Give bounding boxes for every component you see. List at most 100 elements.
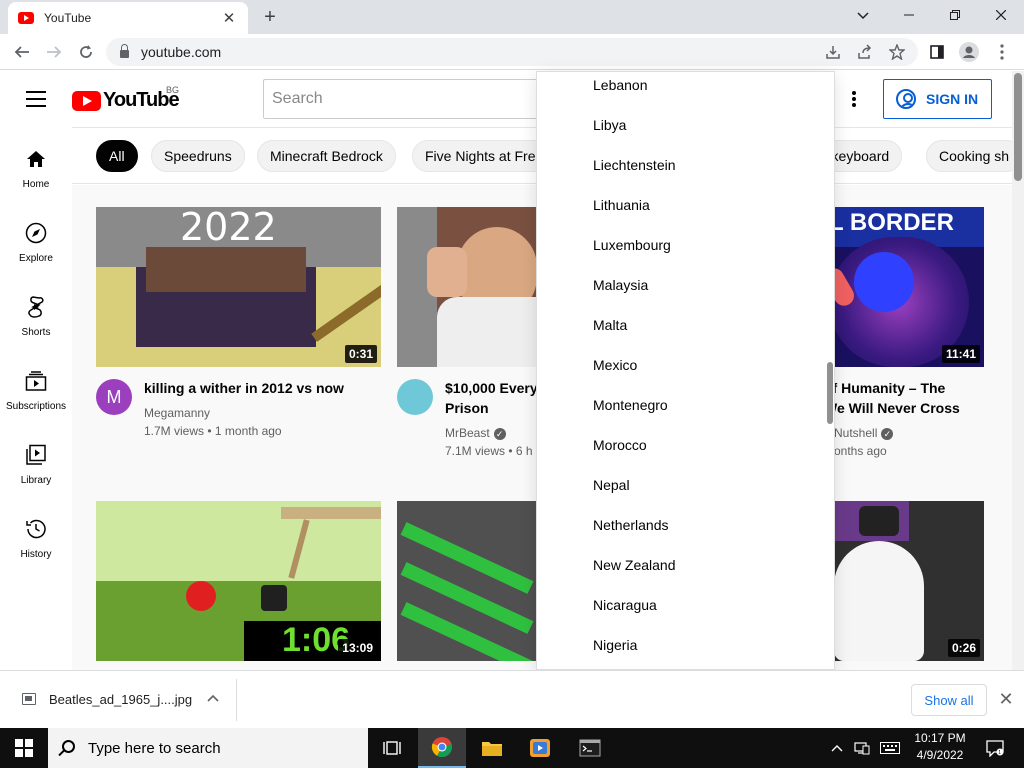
country-option[interactable]: Luxembourg [593, 233, 671, 273]
notifications-icon[interactable]: 1 [980, 728, 1010, 768]
clock-time[interactable]: 10:17 PM [908, 731, 972, 745]
country-option[interactable]: Nepal [593, 473, 630, 513]
channel-avatar[interactable]: M [96, 379, 132, 415]
browser-tab-youtube[interactable]: YouTube ✕ [8, 2, 248, 34]
video-title-line-2[interactable]: Prison [445, 398, 489, 418]
country-option[interactable]: Mexico [593, 353, 637, 393]
guide-label: History [20, 549, 52, 560]
youtube-logo[interactable]: YouTube [72, 89, 180, 112]
chrome-menu-icon[interactable] [990, 40, 1014, 64]
chip-minecraft-bedrock[interactable]: Minecraft Bedrock [257, 140, 396, 172]
back-icon[interactable] [10, 40, 34, 64]
video-thumbnail[interactable]: 2022 0:31 [96, 207, 381, 367]
country-option[interactable]: Malaysia [593, 273, 648, 313]
menu-hamburger-icon[interactable] [26, 91, 46, 107]
restore-button[interactable] [940, 4, 970, 28]
subscriptions-icon [24, 369, 48, 393]
video-thumbnail[interactable]: 1:06 13:09 [96, 501, 381, 661]
divider [236, 679, 237, 721]
minimize-button[interactable] [894, 4, 924, 28]
guide-label: Explore [19, 253, 53, 264]
page-scrollbar-thumb[interactable] [1014, 73, 1022, 181]
bookmark-star-icon[interactable] [885, 40, 909, 64]
chrome-taskbar-icon[interactable] [418, 728, 466, 768]
sign-in-label: SIGN IN [926, 91, 979, 107]
taskbar-search-box[interactable]: Type here to search [48, 728, 368, 768]
country-option[interactable]: Liechtenstein [593, 153, 676, 193]
youtube-favicon-icon [18, 12, 34, 24]
reload-icon[interactable] [74, 40, 98, 64]
country-option[interactable]: Libya [593, 113, 626, 153]
tab-close-icon[interactable]: ✕ [220, 9, 238, 27]
chip-speedruns[interactable]: Speedruns [151, 140, 245, 172]
search-icon [62, 740, 75, 753]
windows-start-icon[interactable] [0, 728, 48, 768]
guide-item-subscriptions[interactable]: Subscriptions [0, 349, 72, 423]
url-text: youtube.com [141, 44, 222, 60]
show-all-button[interactable]: Show all [911, 684, 987, 716]
video-duration: 11:41 [941, 345, 980, 363]
video-title[interactable]: $10,000 Every [445, 378, 538, 398]
video-title-line-2[interactable]: We Will Never Cross [824, 398, 960, 418]
search-input[interactable]: Search [263, 79, 553, 119]
guide-label: Shorts [21, 327, 51, 338]
dropdown-scrollbar-thumb[interactable] [827, 362, 833, 424]
task-view-icon[interactable] [368, 728, 416, 768]
guide-item-shorts[interactable]: Shorts [0, 275, 72, 349]
share-icon[interactable] [853, 40, 877, 64]
verified-check-icon: ✓ [881, 427, 894, 440]
download-options-chevron-icon[interactable] [204, 689, 222, 705]
address-bar[interactable]: youtube.com [106, 38, 918, 66]
country-option[interactable]: Montenegro [593, 393, 668, 433]
taskbar-search-placeholder: Type here to search [88, 739, 221, 757]
search-placeholder: Search [272, 90, 323, 107]
video-duration: 13:09 [338, 639, 377, 657]
country-option[interactable]: Lithuania [593, 193, 650, 233]
guide-item-library[interactable]: Library [0, 423, 72, 497]
tray-network-icon[interactable] [850, 728, 874, 768]
install-app-icon[interactable] [821, 40, 845, 64]
tray-chevron-up-icon[interactable] [826, 728, 848, 768]
sign-in-button[interactable]: SIGN IN [883, 79, 992, 119]
channel-name[interactable]: MrBeast ✓ [445, 423, 506, 443]
country-option[interactable]: Lebanon [593, 73, 648, 113]
close-download-bar-icon[interactable]: ✕ [996, 689, 1016, 710]
clock-date[interactable]: 4/9/2022 [908, 748, 972, 762]
lock-icon[interactable] [120, 44, 129, 58]
terminal-icon[interactable] [566, 728, 614, 768]
chip-all[interactable]: All [96, 140, 138, 172]
file-explorer-icon[interactable] [468, 728, 516, 768]
country-option[interactable]: Malta [593, 313, 627, 353]
chip-cooking[interactable]: Cooking sh [926, 140, 1012, 172]
country-option[interactable]: Netherlands [593, 513, 669, 553]
guide-item-home[interactable]: Home [0, 127, 72, 201]
video-title[interactable]: killing a wither in 2012 vs now [144, 378, 344, 398]
tab-search-dropdown-icon[interactable] [848, 4, 878, 28]
page-scrollbar[interactable] [1012, 71, 1024, 670]
library-icon [24, 443, 48, 467]
channel-avatar[interactable] [397, 379, 433, 415]
country-option[interactable]: Morocco [593, 433, 647, 473]
settings-kebab-icon[interactable] [846, 89, 862, 109]
svg-text:1: 1 [998, 750, 1001, 756]
country-option[interactable]: Nigeria [593, 633, 637, 669]
tray-keyboard-icon[interactable] [875, 728, 905, 768]
country-dropdown: Lebanon Libya Liechtenstein Lithuania Luxemb… [536, 71, 835, 670]
profile-avatar-icon[interactable] [957, 40, 981, 64]
country-option[interactable]: New Zealand [593, 553, 676, 593]
side-panel-icon[interactable] [925, 40, 949, 64]
close-window-button[interactable] [986, 4, 1016, 28]
video-stats: 1.7M views • 1 month ago [144, 424, 282, 438]
guide-label: Library [20, 475, 52, 486]
video-title[interactable]: of Humanity – The [824, 378, 945, 398]
forward-icon[interactable] [42, 40, 66, 64]
channel-name[interactable]: Megamanny [144, 403, 210, 423]
guide-item-history[interactable]: History [0, 497, 72, 571]
country-option[interactable]: Nicaragua [593, 593, 657, 633]
shorts-icon [24, 295, 48, 319]
media-player-icon[interactable] [516, 728, 564, 768]
new-tab-button[interactable]: + [258, 6, 282, 28]
guide-item-explore[interactable]: Explore [0, 201, 72, 275]
thumbnail-text: L BORDER [829, 209, 954, 236]
download-file-name[interactable]: Beatles_ad_1965_j....jpg [49, 692, 192, 707]
